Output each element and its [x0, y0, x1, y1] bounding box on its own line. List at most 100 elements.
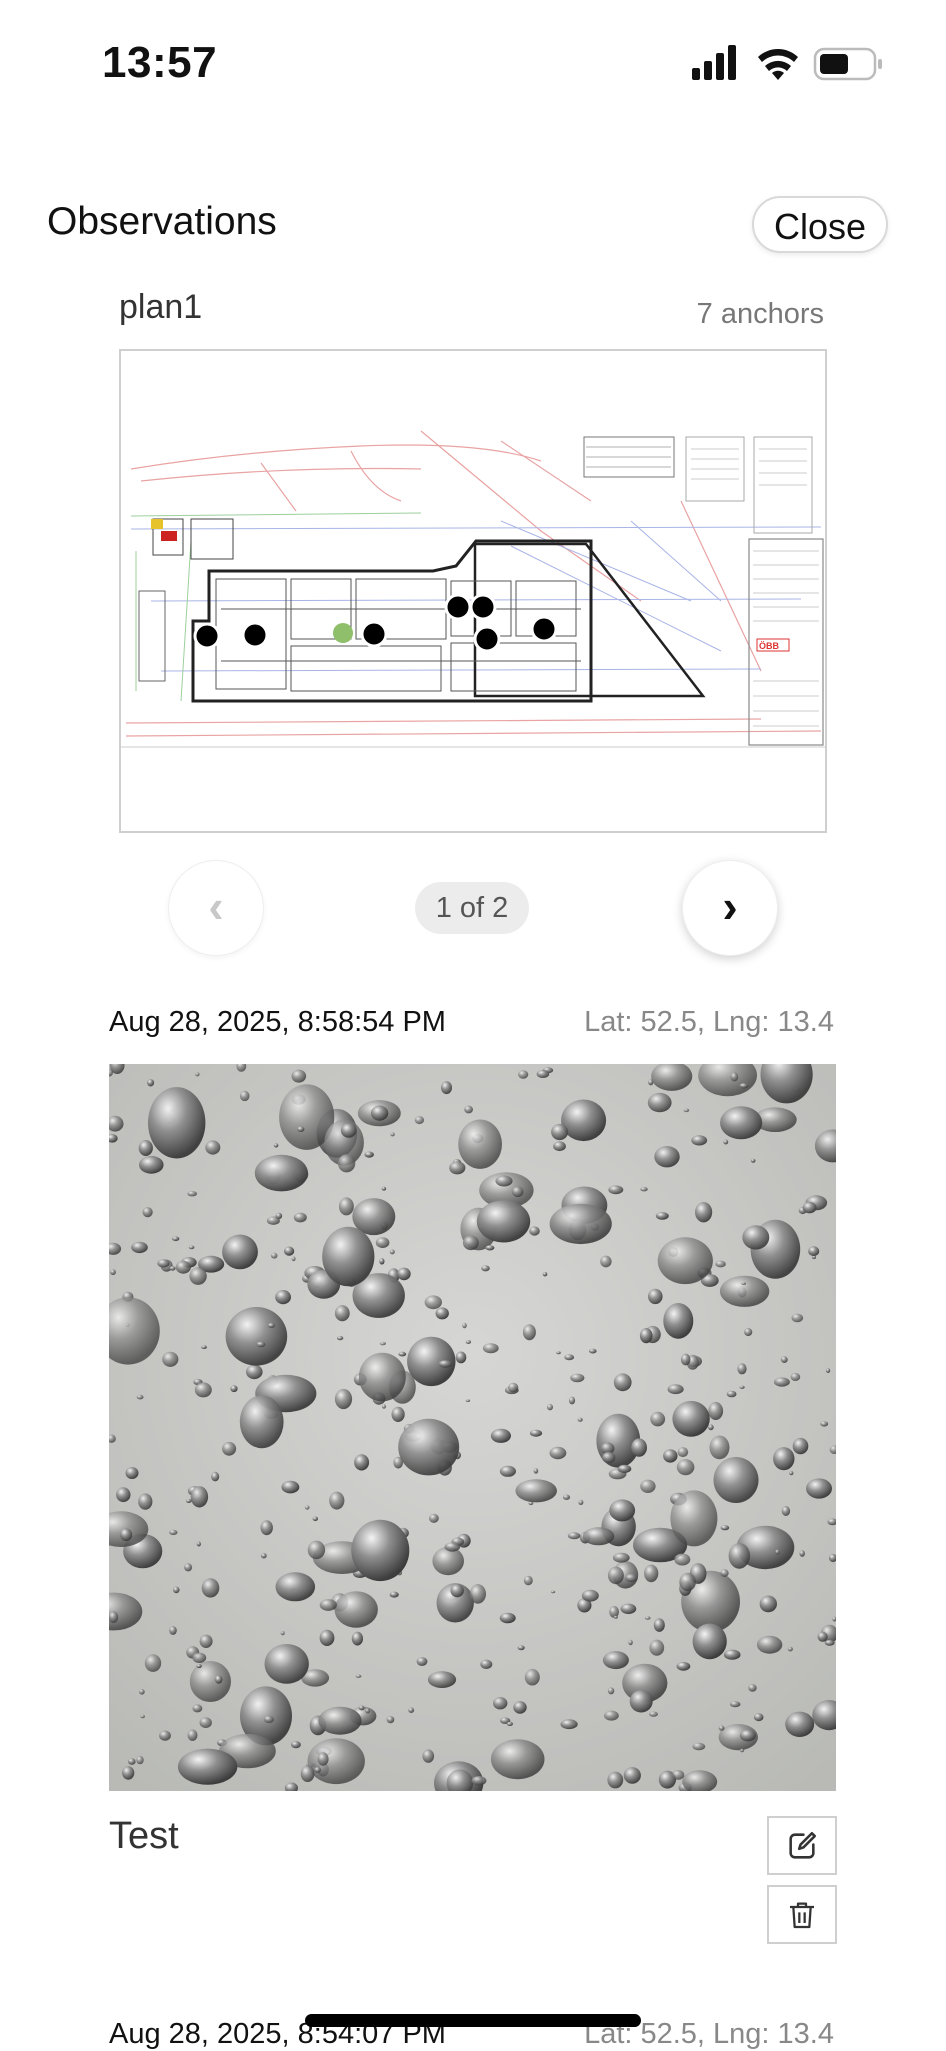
droplet — [650, 1411, 666, 1427]
droplet — [432, 1546, 465, 1576]
droplet — [739, 1729, 756, 1742]
droplet — [266, 1216, 280, 1225]
droplet — [728, 1542, 750, 1569]
droplet — [720, 1569, 729, 1577]
droplet — [607, 1566, 624, 1585]
droplet — [629, 1690, 653, 1713]
droplet — [291, 1069, 307, 1083]
water-droplets-photo — [109, 1064, 836, 1791]
droplet — [577, 1417, 583, 1422]
droplet — [201, 1578, 220, 1598]
droplet — [667, 1384, 684, 1395]
droplet — [657, 1237, 713, 1285]
droplet — [239, 1395, 284, 1449]
droplet — [518, 1070, 529, 1079]
droplet — [254, 1154, 308, 1192]
droplet — [173, 1586, 180, 1594]
droplet — [136, 1755, 144, 1765]
droplet — [719, 1275, 770, 1307]
droplet — [177, 1748, 238, 1785]
droplet — [338, 1197, 354, 1216]
droplet — [329, 1491, 345, 1510]
droplet — [529, 1226, 540, 1236]
droplet — [720, 1525, 730, 1531]
droplet — [672, 1770, 685, 1780]
droplet — [511, 1186, 524, 1197]
droplet — [381, 1404, 387, 1409]
anchor-marker — [360, 620, 388, 648]
plan-viewer[interactable]: ÖBB — [119, 349, 827, 833]
trash-icon — [790, 1902, 814, 1928]
previous-plan-button[interactable]: ‹ — [168, 860, 264, 956]
droplet — [549, 1203, 612, 1245]
droplet — [513, 1701, 527, 1714]
droplet — [676, 1661, 691, 1671]
droplet — [336, 1336, 344, 1341]
droplet — [723, 1139, 729, 1145]
droplet — [264, 1644, 309, 1684]
droplet — [674, 1553, 691, 1566]
droplet — [773, 1377, 790, 1387]
droplet — [116, 1487, 131, 1503]
droplet — [718, 1725, 725, 1731]
droplet — [649, 1639, 665, 1656]
droplet — [581, 1589, 599, 1602]
observation-photo[interactable] — [109, 1064, 836, 1791]
next-plan-button[interactable]: › — [682, 860, 778, 956]
droplet — [602, 1651, 629, 1670]
droplet — [495, 1175, 513, 1187]
droplet — [138, 1493, 153, 1510]
droplet — [398, 1351, 407, 1357]
droplet — [190, 1486, 209, 1508]
droplet — [381, 1186, 387, 1191]
droplet — [199, 1717, 212, 1728]
close-button[interactable]: Close — [752, 196, 888, 253]
droplet — [506, 1721, 513, 1726]
droplet — [222, 1234, 258, 1270]
droplet — [670, 1490, 718, 1547]
anchor-marker — [444, 593, 472, 621]
droplet — [533, 1468, 539, 1474]
droplet — [549, 1446, 567, 1460]
droplet — [435, 1307, 449, 1320]
plan-name: plan1 — [119, 288, 203, 326]
droplet — [319, 1629, 335, 1646]
droplet — [465, 1399, 471, 1402]
droplet — [737, 1363, 747, 1375]
droplet — [416, 1657, 428, 1666]
droplet — [742, 1225, 770, 1250]
edit-icon — [789, 1831, 817, 1859]
droplet — [613, 1615, 618, 1619]
droplet — [608, 1185, 624, 1195]
droplet — [517, 1645, 525, 1651]
droplet — [808, 1246, 820, 1257]
droplet — [364, 1151, 374, 1158]
delete-observation-button[interactable] — [767, 1885, 837, 1944]
droplet — [523, 1575, 533, 1586]
droplet — [414, 1116, 425, 1125]
droplet — [508, 1382, 519, 1393]
droplet — [708, 1401, 724, 1421]
droplet — [708, 1424, 714, 1431]
anchor-marker — [469, 593, 497, 621]
droplet — [792, 1437, 809, 1455]
droplet — [334, 1388, 353, 1410]
droplet — [604, 1710, 619, 1721]
droplet — [640, 1479, 656, 1493]
droplet — [551, 1590, 556, 1594]
droplet — [449, 1161, 466, 1175]
droplet — [120, 1528, 133, 1542]
droplet — [612, 1552, 630, 1563]
droplet — [318, 1706, 362, 1735]
anchor-marker — [193, 622, 221, 650]
edit-observation-button[interactable] — [767, 1816, 837, 1875]
droplet — [562, 1494, 571, 1500]
droplet — [386, 1716, 395, 1724]
droplet — [358, 1352, 406, 1402]
droplet — [225, 1307, 288, 1366]
droplet — [623, 1767, 641, 1784]
droplet — [683, 1108, 690, 1113]
droplet — [175, 1260, 191, 1274]
droplet — [128, 1758, 136, 1765]
droplet — [607, 1687, 615, 1695]
